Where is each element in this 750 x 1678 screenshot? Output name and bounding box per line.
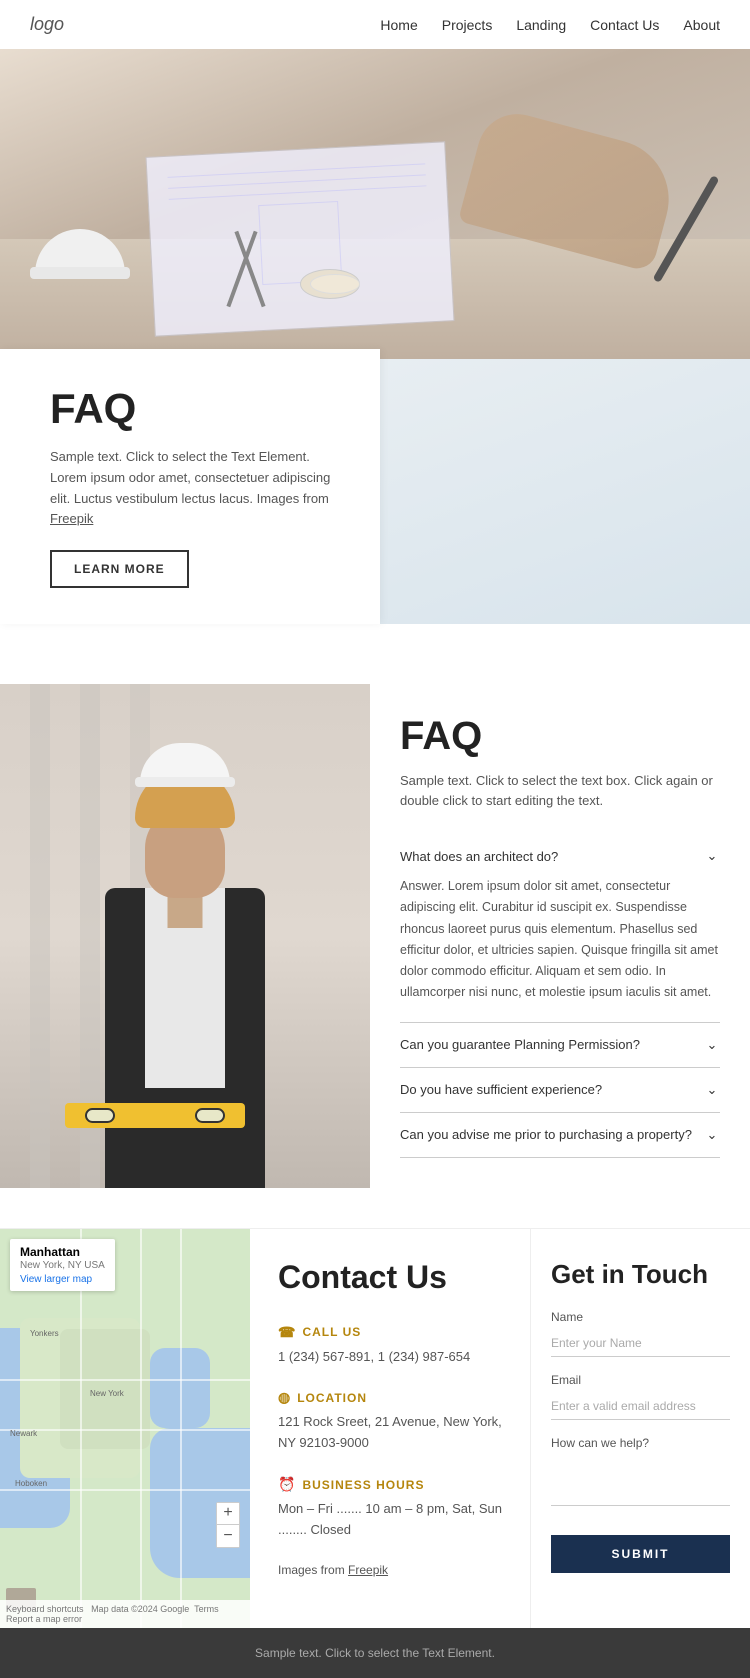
- faq-question-0: What does an architect do?: [400, 849, 558, 864]
- faq-chevron-1: ⌄: [704, 1037, 720, 1053]
- message-field-group: How can we help?: [551, 1436, 730, 1511]
- faq-section-1: FAQ Sample text. Click to select the Tex…: [0, 349, 750, 624]
- hours-text: Mon – Fri ....... 10 am – 8 pm, Sat, Sun…: [278, 1499, 502, 1541]
- location-label: LOCATION: [297, 1391, 367, 1405]
- navigation: logo Home Projects Landing Contact Us Ab…: [0, 0, 750, 49]
- faq-item-1: Can you guarantee Planning Permission? ⌄: [400, 1023, 720, 1068]
- nav-projects[interactable]: Projects: [442, 17, 493, 33]
- email-label: Email: [551, 1373, 730, 1387]
- get-in-touch-title: Get in Touch: [551, 1259, 730, 1290]
- name-input[interactable]: [551, 1330, 730, 1357]
- map-location: Manhattan: [20, 1245, 105, 1259]
- nav-contact[interactable]: Contact Us: [590, 17, 659, 33]
- phone-icon: ☎: [278, 1324, 296, 1341]
- nav-links: Home Projects Landing Contact Us About: [380, 17, 720, 33]
- footer: Sample text. Click to select the Text El…: [0, 1628, 750, 1678]
- faq1-right-image: [380, 349, 750, 624]
- faq-item-2-header[interactable]: Do you have sufficient experience? ⌄: [400, 1082, 720, 1098]
- contact-freepik-link[interactable]: Freepik: [348, 1563, 388, 1577]
- hours-label: BUSINESS HOURS: [302, 1478, 424, 1492]
- address-text: 121 Rock Sreet, 21 Avenue, New York, NY …: [278, 1412, 502, 1454]
- faq2-left-image: [0, 684, 370, 1188]
- faq1-freepik-link[interactable]: Freepik: [50, 511, 93, 526]
- email-input[interactable]: [551, 1393, 730, 1420]
- nav-landing[interactable]: Landing: [516, 17, 566, 33]
- contact-section: New York Yonkers Newark Hoboken Manhatta…: [0, 1228, 750, 1628]
- faq-answer-0: Answer. Lorem ipsum dolor sit amet, cons…: [400, 864, 720, 1008]
- phone-number: 1 (234) 567-891, 1 (234) 987-654: [278, 1347, 502, 1368]
- message-label: How can we help?: [551, 1436, 730, 1450]
- faq-chevron-2: ⌄: [704, 1082, 720, 1098]
- footer-text: Sample text. Click to select the Text El…: [18, 1646, 732, 1660]
- location-icon: ◍: [278, 1389, 291, 1406]
- map-zoom-controls: + −: [216, 1502, 240, 1548]
- name-label: Name: [551, 1310, 730, 1324]
- faq1-title: FAQ: [50, 385, 344, 433]
- faq-item-3-header[interactable]: Can you advise me prior to purchasing a …: [400, 1127, 720, 1143]
- faq-chevron-0: ⌄: [704, 848, 720, 864]
- name-field-group: Name: [551, 1310, 730, 1357]
- faq-item-2: Do you have sufficient experience? ⌄: [400, 1068, 720, 1113]
- faq2-title: FAQ: [400, 714, 720, 759]
- faq1-description: Sample text. Click to select the Text El…: [50, 447, 344, 530]
- email-field-group: Email: [551, 1373, 730, 1420]
- contact-title: Contact Us: [278, 1259, 502, 1296]
- map-footer: Keyboard shortcuts Map data ©2024 Google…: [0, 1600, 250, 1628]
- phone-label: CALL US: [302, 1325, 361, 1339]
- map-zoom-in[interactable]: +: [217, 1503, 239, 1525]
- map-zoom-out[interactable]: −: [217, 1525, 239, 1547]
- faq-section-2: FAQ Sample text. Click to select the tex…: [0, 684, 750, 1228]
- logo: logo: [30, 14, 64, 35]
- message-textarea[interactable]: [551, 1456, 730, 1506]
- map-label-box: Manhattan New York, NY USA View larger m…: [10, 1239, 115, 1291]
- map-column: New York Yonkers Newark Hoboken Manhatta…: [0, 1229, 250, 1628]
- faq-question-1: Can you guarantee Planning Permission?: [400, 1037, 640, 1052]
- faq-chevron-3: ⌄: [704, 1127, 720, 1143]
- get-in-touch-panel: Get in Touch Name Email How can we help?…: [530, 1229, 750, 1628]
- clock-icon: ⏰: [278, 1476, 296, 1493]
- contact-phone: ☎ CALL US 1 (234) 567-891, 1 (234) 987-6…: [278, 1324, 502, 1368]
- images-from-text: Images from Freepik: [278, 1563, 502, 1577]
- contact-hours: ⏰ BUSINESS HOURS Mon – Fri ....... 10 am…: [278, 1476, 502, 1541]
- faq-box: FAQ Sample text. Click to select the Tex…: [0, 349, 380, 624]
- faq-item-1-header[interactable]: Can you guarantee Planning Permission? ⌄: [400, 1037, 720, 1053]
- hero-image: [0, 49, 750, 359]
- faq2-subtitle: Sample text. Click to select the text bo…: [400, 771, 720, 810]
- faq-item-3: Can you advise me prior to purchasing a …: [400, 1113, 720, 1158]
- map-sublocation: New York, NY USA: [20, 1260, 105, 1271]
- learn-more-button[interactable]: LEARN MORE: [50, 550, 189, 588]
- spacer: [0, 624, 750, 684]
- nav-home[interactable]: Home: [380, 17, 417, 33]
- contact-location: ◍ LOCATION 121 Rock Sreet, 21 Avenue, Ne…: [278, 1389, 502, 1454]
- faq-item-0: What does an architect do? ⌄ Answer. Lor…: [400, 834, 720, 1023]
- person-image: [0, 684, 370, 1188]
- faq-question-3: Can you advise me prior to purchasing a …: [400, 1127, 692, 1142]
- faq-item-0-header[interactable]: What does an architect do? ⌄: [400, 848, 720, 864]
- hero-section: [0, 49, 750, 359]
- hardhat-decoration: [30, 229, 130, 299]
- map-larger-link[interactable]: View larger map: [20, 1274, 105, 1285]
- faq-question-2: Do you have sufficient experience?: [400, 1082, 602, 1097]
- map-simulation: New York Yonkers Newark Hoboken Manhatta…: [0, 1229, 250, 1628]
- faq2-right: FAQ Sample text. Click to select the tex…: [370, 684, 750, 1188]
- nav-about[interactable]: About: [683, 17, 720, 33]
- contact-info: Contact Us ☎ CALL US 1 (234) 567-891, 1 …: [250, 1229, 530, 1628]
- submit-button[interactable]: SUBMIT: [551, 1535, 730, 1573]
